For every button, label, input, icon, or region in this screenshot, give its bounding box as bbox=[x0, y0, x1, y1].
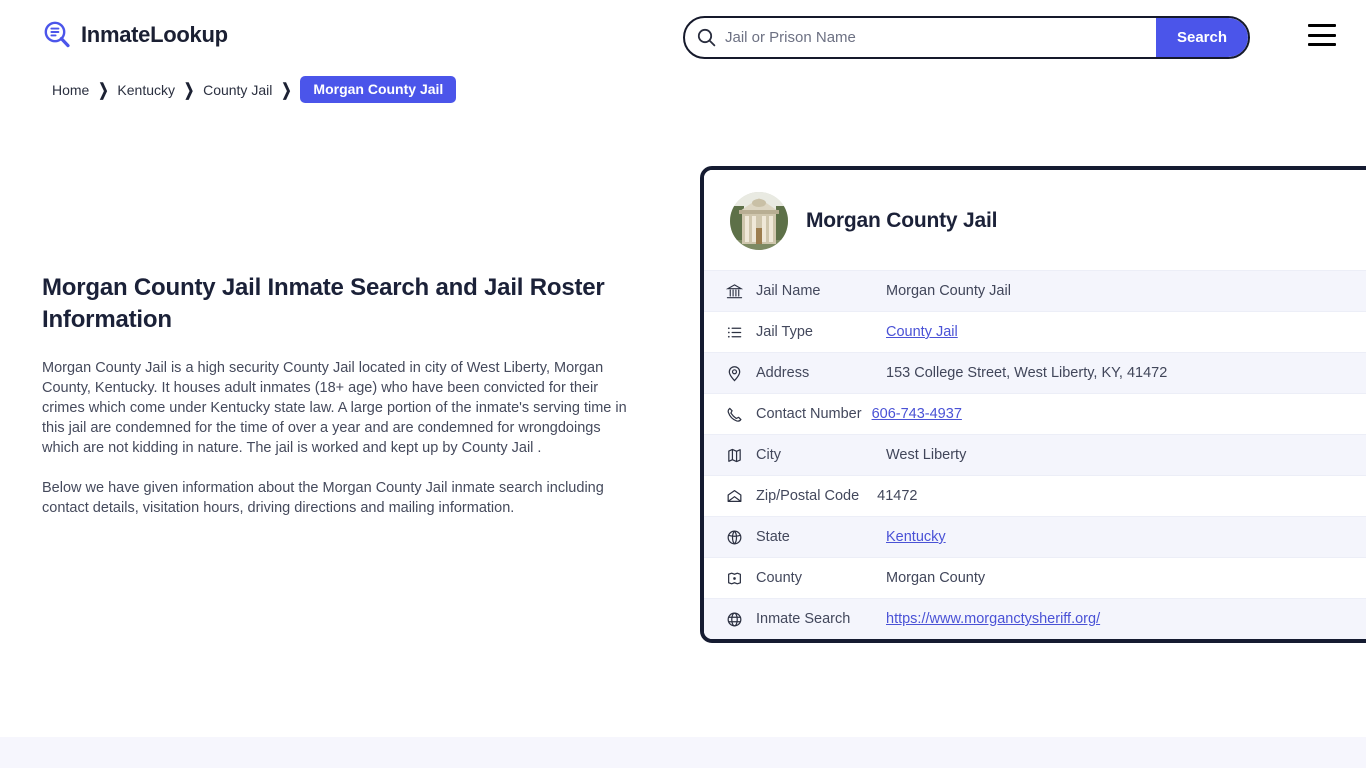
location-pin-icon bbox=[726, 365, 756, 382]
map-icon bbox=[726, 447, 756, 464]
row-label: Zip/Postal Code bbox=[756, 488, 860, 504]
magnifier-list-icon bbox=[42, 20, 72, 50]
card-header: Morgan County Jail bbox=[704, 170, 1366, 270]
table-row: Contact Number 606-743-4937 bbox=[704, 393, 1366, 434]
breadcrumb-item-kentucky[interactable]: Kentucky bbox=[117, 82, 175, 98]
search-input[interactable] bbox=[719, 18, 1156, 57]
card-title: Morgan County Jail bbox=[806, 209, 998, 232]
page-title: Morgan County Jail Inmate Search and Jai… bbox=[42, 274, 605, 333]
phone-icon bbox=[726, 406, 756, 423]
hamburger-bar bbox=[1308, 33, 1336, 37]
jail-details-table: Jail Name Morgan County Jail Jail Type C… bbox=[704, 270, 1366, 639]
search-icon bbox=[685, 28, 719, 47]
chevron-right-icon: ❯ bbox=[184, 79, 195, 100]
breadcrumb-item-current: Morgan County Jail bbox=[300, 76, 457, 103]
table-row: Jail Name Morgan County Jail bbox=[704, 270, 1366, 311]
hamburger-bar bbox=[1308, 43, 1336, 46]
envelope-icon bbox=[726, 488, 756, 505]
chevron-right-icon: ❯ bbox=[98, 79, 109, 100]
table-row: Address 153 College Street, West Liberty… bbox=[704, 352, 1366, 393]
description-paragraph-2: Below we have given information about th… bbox=[42, 480, 604, 516]
row-value: West Liberty bbox=[886, 447, 967, 463]
bank-icon bbox=[726, 283, 756, 300]
row-label: Address bbox=[756, 365, 810, 381]
breadcrumb-item-home[interactable]: Home bbox=[52, 82, 89, 98]
hamburger-bar bbox=[1308, 24, 1336, 27]
table-row: Zip/Postal Code 41472 bbox=[704, 475, 1366, 516]
table-row: Inmate Search https://www.morganctysheri… bbox=[704, 598, 1366, 639]
region-icon bbox=[726, 570, 756, 587]
site-logo[interactable]: InmateLookup bbox=[42, 20, 228, 50]
jail-info-card: Morgan County Jail Jail Name Morgan Coun… bbox=[700, 166, 1366, 643]
site-header: InmateLookup Search bbox=[0, 0, 1366, 74]
row-label: City bbox=[756, 447, 781, 463]
search-button[interactable]: Search bbox=[1156, 18, 1248, 57]
row-label: Inmate Search bbox=[756, 611, 851, 627]
inmate-search-link[interactable]: https://www.morganctysheriff.org/ bbox=[886, 611, 1100, 627]
row-label: County bbox=[756, 570, 802, 586]
row-label: State bbox=[756, 529, 790, 545]
row-label: Jail Type bbox=[756, 324, 813, 340]
logo-text: InmateLookup bbox=[81, 22, 228, 47]
row-label: Contact Number bbox=[756, 406, 862, 422]
row-value: Morgan County bbox=[886, 570, 986, 586]
row-value: 41472 bbox=[877, 488, 918, 504]
row-label: Jail Name bbox=[756, 283, 821, 299]
footer-strip bbox=[0, 737, 1366, 768]
main-content: Morgan County Jail Inmate Search and Jai… bbox=[42, 272, 642, 538]
row-value: Morgan County Jail bbox=[886, 283, 1011, 299]
courthouse-photo bbox=[730, 192, 788, 250]
table-row: Jail Type County Jail bbox=[704, 311, 1366, 352]
description-paragraph-1: Morgan County Jail is a high security Co… bbox=[42, 360, 627, 456]
search-bar[interactable]: Search bbox=[683, 16, 1250, 59]
hamburger-menu-icon[interactable] bbox=[1308, 24, 1336, 46]
contact-number-link[interactable]: 606-743-4937 bbox=[872, 406, 962, 422]
breadcrumb-item-county-jail[interactable]: County Jail bbox=[203, 82, 272, 98]
row-value: 153 College Street, West Liberty, KY, 41… bbox=[886, 365, 1168, 381]
globe-icon bbox=[726, 529, 756, 546]
table-row: State Kentucky bbox=[704, 516, 1366, 557]
table-row: City West Liberty bbox=[704, 434, 1366, 475]
www-globe-icon bbox=[726, 611, 756, 628]
list-icon bbox=[726, 324, 756, 341]
jail-type-link[interactable]: County Jail bbox=[886, 324, 958, 340]
table-row: County Morgan County bbox=[704, 557, 1366, 598]
breadcrumb: Home ❯ Kentucky ❯ County Jail ❯ Morgan C… bbox=[52, 76, 457, 103]
chevron-right-icon: ❯ bbox=[281, 79, 292, 100]
state-link[interactable]: Kentucky bbox=[886, 529, 946, 545]
